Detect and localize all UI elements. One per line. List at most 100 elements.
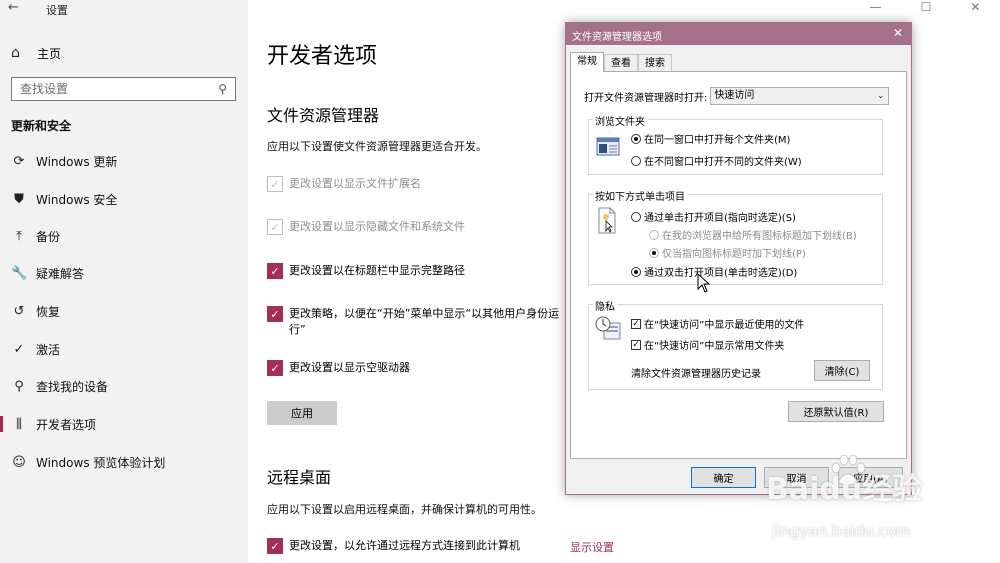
nav-item[interactable]: ⫼ 开发者选项 [0,412,248,436]
file-explorer-options-dialog: 文件资源管理器选项 ✕ 常规 查看 搜索 打开文件资源管理器时打开: 快速访问 … [565,22,912,495]
privacy-group: 隐私 ✓ 在“快速访问”中显示最近使用的文件 ✓ 在“快速访问”中显示常用文件夹… [588,298,883,390]
app-title: 设置 [46,4,68,17]
settings-search-input[interactable] [12,78,202,100]
tab-search[interactable]: 搜索 [638,54,672,72]
radio-button[interactable] [631,211,641,222]
browse-folders-group: 浏览文件夹 在同一窗口中打开每个文件夹(M) 在不同窗口中打开不同的文件夹(W) [588,113,883,175]
nav-item[interactable]: ☺ Windows 预览体验计划 [0,450,248,474]
apply-button[interactable]: 应用 [267,401,337,425]
browse-same-window-option[interactable]: 在同一窗口中打开每个文件夹(M) [631,131,790,146]
checkbox[interactable]: ✓ [631,339,641,350]
wrench-icon: 🔧 [11,265,28,281]
option-row-full-path[interactable]: ✓ 更改设置以在标题栏中显示完整路径 [267,263,465,279]
watermark-brand: Baidu经验 [766,472,923,507]
tab-general[interactable]: 常规 [570,52,604,72]
open-explorer-select[interactable]: 快速访问 ⌄ [710,87,890,105]
show-settings-link[interactable]: 显示设置 [570,539,614,555]
checkbox[interactable]: ✓ [267,306,283,322]
option-label: 更改策略，以便在“开始”菜单中显示“以其他用户身份运行” [289,307,560,336]
open-explorer-label: 打开文件资源管理器时打开: [584,92,708,104]
checkbox[interactable]: ✓ [267,219,283,235]
nav-item-label: Windows 更新 [36,154,118,169]
radio-button[interactable] [631,133,641,144]
option-row-remote[interactable]: ✓ 更改设置，以允许通过远程方式连接到此计算机 [267,538,520,554]
watermark-url: jingyan.baidu.com [772,522,911,540]
recent-files-option[interactable]: ✓ 在“快速访问”中显示最近使用的文件 [631,316,804,331]
browse-new-window-option[interactable]: 在不同窗口中打开不同的文件夹(W) [631,153,802,168]
check-circle-icon: ✓ [13,341,25,357]
nav-item[interactable]: ⤒ 备份 [0,224,248,248]
minimize-icon[interactable]: — [870,0,882,16]
close-icon[interactable]: ✕ [970,0,980,16]
radio-button[interactable] [649,229,659,240]
radio-label: 仅当指向图标标题时加下划线(P) [662,249,806,260]
cat-icon: ☺ [12,454,26,470]
nav-item[interactable]: ⚲ 查找我的设备 [0,374,248,398]
click-items-legend: 按如下方式单击项目 [593,188,687,203]
radio-label: 通过双击打开项目(单击时选定)(D) [644,268,798,279]
option-row-run-as[interactable]: ✓ 更改策略，以便在“开始”菜单中显示“以其他用户身份运行” [267,306,567,338]
checkbox-label: 在“快速访问”中显示常用文件夹 [644,341,785,352]
radio-button[interactable] [631,266,641,277]
option-row-extensions[interactable]: ✓ 更改设置以显示文件扩展名 [267,176,421,192]
back-arrow-icon[interactable]: ← [8,0,19,15]
shield-icon: ⛊ [14,191,24,207]
checkbox[interactable]: ✓ [267,360,283,376]
window-controls: — ☐ ✕ [850,0,1000,16]
nav-item[interactable]: ⟳ Windows 更新 [0,149,248,173]
nav-item-label: 备份 [36,229,61,244]
nav-item[interactable]: 🔧 疑难解答 [0,261,248,285]
file-explorer-description: 应用以下设置使文件资源管理器更适合开发。 [267,140,487,153]
browse-folders-legend: 浏览文件夹 [593,113,647,128]
nav-item[interactable]: ✓ 激活 [0,337,248,361]
home-nav-item[interactable]: ⌂ 主页 [11,43,61,63]
slider-icon: ⫼ [16,416,22,432]
settings-titlebar: ← 设置 [0,0,248,18]
close-icon[interactable]: ✕ [893,26,903,40]
file-explorer-heading: 文件资源管理器 [267,106,380,125]
checkbox[interactable]: ✓ [267,538,283,554]
clear-history-button[interactable]: 清除(C) [814,360,870,381]
radio-button[interactable] [649,247,659,258]
baidu-watermark: Baidu经验 jingyan.baidu.com [748,452,998,562]
underline-hover-option[interactable]: 仅当指向图标标题时加下划线(P) [649,245,806,260]
dialog-titlebar[interactable]: 文件资源管理器选项 ✕ [566,23,911,45]
dialog-title: 文件资源管理器选项 [572,32,662,43]
double-click-option[interactable]: 通过双击打开项目(单击时选定)(D) [631,264,797,279]
person-pin-icon: ⚲ [14,378,24,394]
nav-item-label: 疑难解答 [36,266,85,281]
single-click-option[interactable]: 通过单击打开项目(指向时选定)(S) [631,209,796,224]
remote-desktop-heading: 远程桌面 [267,468,332,487]
home-icon: ⌂ [11,45,20,61]
privacy-legend: 隐私 [593,298,617,313]
checkbox[interactable]: ✓ [267,176,283,192]
nav-item[interactable]: ↺ 恢复 [0,299,248,323]
radio-label: 在同一窗口中打开每个文件夹(M) [644,135,791,146]
option-label: 更改设置，以允许通过远程方式连接到此计算机 [289,539,520,552]
settings-search-box[interactable]: ⚲ [11,77,236,101]
maximize-icon[interactable]: ☐ [921,0,932,16]
radio-label: 在不同窗口中打开不同的文件夹(W) [644,157,802,168]
tab-view[interactable]: 查看 [604,54,638,72]
mouse-cursor-icon [697,273,711,293]
option-label: 更改设置以显示隐藏文件和系统文件 [289,220,465,233]
restore-defaults-button[interactable]: 还原默认值(R) [788,401,884,422]
ok-button[interactable]: 确定 [691,467,756,488]
section-title: 更新和安全 [11,119,72,133]
option-row-empty-drives[interactable]: ✓ 更改设置以显示空驱动器 [267,360,410,376]
option-label: 更改设置以在标题栏中显示完整路径 [289,264,465,277]
checkbox[interactable]: ✓ [631,318,641,329]
underline-all-option[interactable]: 在我的浏览器中给所有图标标题加下划线(B) [649,227,857,242]
option-row-hidden-files[interactable]: ✓ 更改设置以显示隐藏文件和系统文件 [267,219,465,235]
radio-button[interactable] [631,155,641,166]
nav-item-label: 恢复 [36,304,61,319]
folder-window-icon [596,137,620,156]
home-label: 主页 [37,46,62,61]
clear-history-label: 清除文件资源管理器历史记录 [631,369,761,380]
frequent-folders-option[interactable]: ✓ 在“快速访问”中显示常用文件夹 [631,337,784,352]
nav-item[interactable]: ⛊ Windows 安全 [0,187,248,211]
checkbox[interactable]: ✓ [267,263,283,279]
option-label: 更改设置以显示空驱动器 [289,361,410,374]
search-icon[interactable]: ⚲ [218,82,227,96]
backup-icon: ⤒ [16,228,22,244]
